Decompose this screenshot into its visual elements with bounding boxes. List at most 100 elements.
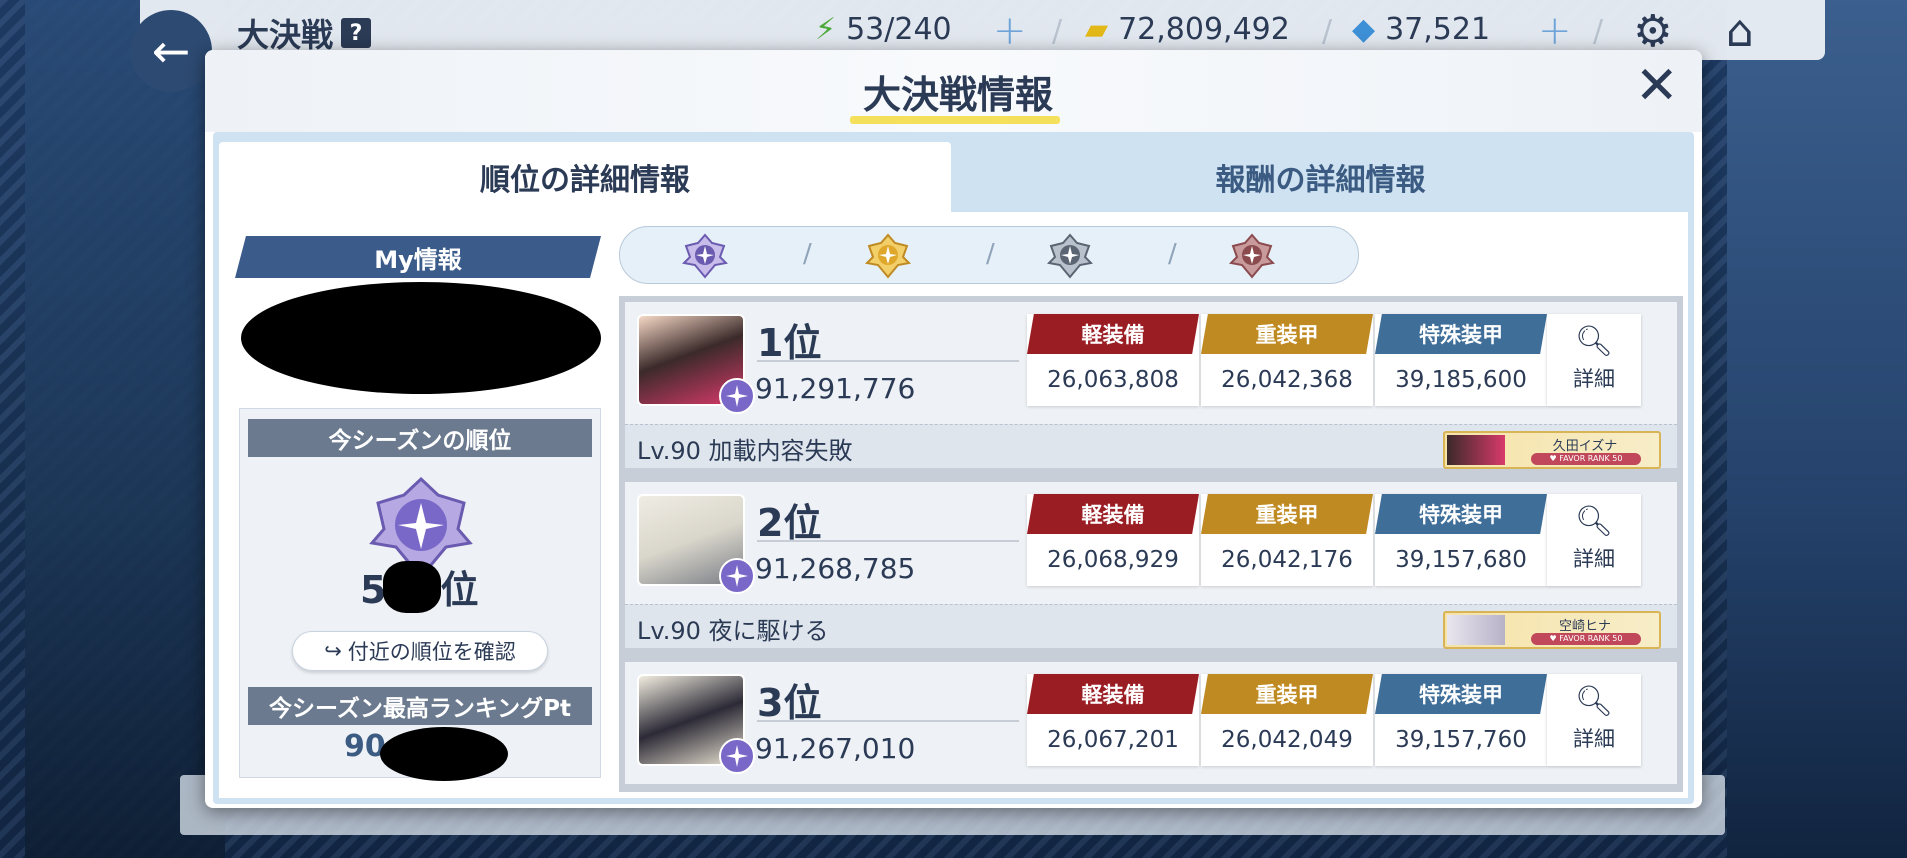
platinum-emblem-icon — [719, 558, 755, 594]
heavy-armor-score: 重装甲 26,042,176 — [1201, 494, 1373, 586]
rank-number: 3位 — [757, 681, 822, 725]
tier-filter-bar: / / / — [619, 226, 1359, 284]
total-score: 91,268,785 — [755, 552, 916, 585]
rank-number: 1位 — [757, 321, 822, 365]
light-armor-label: 軽装備 — [1027, 494, 1199, 534]
favor-rank-badge: ♥ FAVOR RANK 50 — [1531, 633, 1641, 645]
light-armor-label: 軽装備 — [1027, 314, 1199, 354]
magnifier-icon: 🔍︎ — [1574, 504, 1614, 539]
credit-card-icon: ▰ — [1085, 12, 1109, 47]
favorite-student-thumbnail — [1447, 615, 1505, 645]
entry-team-row: Lv.90 加載内容失敗 久田イズナ ♥ FAVOR RANK 50 — [625, 424, 1677, 469]
special-armor-score: 特殊装甲 39,185,600 — [1375, 314, 1547, 406]
redacted-player-name — [241, 282, 601, 394]
season-rank-header: 今シーズンの順位 — [248, 419, 592, 457]
divider — [757, 540, 1019, 542]
special-armor-score: 特殊装甲 39,157,680 — [1375, 494, 1547, 586]
favorite-student-card: 空崎ヒナ ♥ FAVOR RANK 50 — [1443, 611, 1661, 649]
platinum-emblem-icon — [719, 378, 755, 414]
bronze-emblem-icon[interactable] — [1229, 233, 1275, 279]
special-armor-value: 39,185,600 — [1395, 367, 1527, 393]
detail-button[interactable]: 🔍︎ 詳細 — [1547, 314, 1641, 406]
heavy-armor-label: 重装甲 — [1201, 674, 1373, 714]
detail-button[interactable]: 🔍︎ 詳細 — [1547, 674, 1641, 766]
ap-counter: ⚡ 53/240 — [815, 12, 952, 47]
light-armor-value: 26,067,201 — [1047, 727, 1179, 753]
detail-label: 詳細 — [1573, 547, 1615, 571]
home-icon[interactable]: ⌂ — [1726, 6, 1754, 57]
favorite-student-name: 久田イズナ — [1552, 439, 1618, 454]
gem-icon: ◆ — [1352, 12, 1376, 47]
team-info: Lv.90 加載内容失敗 — [637, 437, 853, 465]
special-armor-label: 特殊装甲 — [1375, 314, 1547, 354]
divider: / — [1322, 14, 1333, 49]
credits-value: 72,809,492 — [1118, 12, 1290, 47]
magnifier-icon: 🔍︎ — [1574, 684, 1614, 719]
modal-title: 大決戦情報 — [862, 73, 1053, 117]
filter-divider: / — [986, 239, 995, 269]
light-armor-score: 軽装備 26,063,808 — [1027, 314, 1199, 406]
heavy-armor-score: 重装甲 26,042,049 — [1201, 674, 1373, 766]
help-button[interactable]: ? — [341, 18, 372, 48]
tab-container: 順位の詳細情報 報酬の詳細情報 My情報 今シーズンの順位 5位 ↪ 付近の順位… — [213, 132, 1694, 804]
heavy-armor-label: 重装甲 — [1201, 494, 1373, 534]
filter-divider: / — [803, 239, 812, 269]
gems-value: 37,521 — [1385, 12, 1491, 47]
filter-divider: / — [1168, 239, 1177, 269]
rank-number: 2位 — [757, 501, 822, 545]
platinum-emblem-icon[interactable] — [682, 233, 728, 279]
add-gems-button[interactable]: + — [1538, 8, 1572, 54]
gems-counter: ◆ 37,521 — [1352, 12, 1490, 47]
favorite-student-name: 空崎ヒナ — [1558, 619, 1611, 634]
ranking-list[interactable]: 1位 91,291,776 軽装備 26,063,808 重装甲 26,042,… — [619, 296, 1683, 792]
close-icon[interactable]: ✕ — [1635, 60, 1679, 112]
season-rank-box: 今シーズンの順位 5位 ↪ 付近の順位を確認 今シーズン最高ランキングPt 90 — [239, 408, 601, 781]
arrow-left-icon: ← — [151, 24, 191, 78]
heavy-armor-score: 重装甲 26,042,368 — [1201, 314, 1373, 406]
heavy-armor-value: 26,042,368 — [1221, 367, 1353, 393]
special-armor-score: 特殊装甲 39,157,760 — [1375, 674, 1547, 766]
divider — [757, 360, 1019, 362]
favorite-student-thumbnail — [1447, 435, 1505, 465]
nearby-button-label: 付近の順位を確認 — [347, 640, 516, 664]
entry-team-row: Lv.90 夜に駆ける 空崎ヒナ ♥ FAVOR RANK 50 — [625, 604, 1677, 649]
heavy-armor-value: 26,042,049 — [1221, 727, 1353, 753]
detail-label: 詳細 — [1573, 727, 1615, 751]
light-armor-score: 軽装備 26,067,201 — [1027, 674, 1199, 766]
heavy-armor-label: 重装甲 — [1201, 314, 1373, 354]
ranking-entry: 1位 91,291,776 軽装備 26,063,808 重装甲 26,042,… — [625, 302, 1677, 476]
tab-reward-details[interactable]: 報酬の詳細情報 — [953, 142, 1688, 212]
entry-summary: 3位 91,267,010 軽装備 26,067,201 重装甲 26,042,… — [625, 662, 1677, 784]
magnifier-icon: 🔍︎ — [1574, 324, 1614, 359]
divider — [757, 720, 1019, 722]
platinum-emblem-icon — [719, 738, 755, 774]
lightning-icon: ⚡ — [815, 12, 837, 47]
detail-button[interactable]: 🔍︎ 詳細 — [1547, 494, 1641, 586]
redacted-best-points — [380, 727, 508, 781]
credits-counter: ▰ 72,809,492 — [1085, 12, 1290, 47]
team-info: Lv.90 夜に駆ける — [637, 617, 829, 645]
light-armor-score: 軽装備 26,068,929 — [1027, 494, 1199, 586]
background-left-panel — [25, 0, 225, 858]
light-armor-label: 軽装備 — [1027, 674, 1199, 714]
gold-emblem-icon[interactable] — [865, 233, 911, 279]
background-right-panel — [1727, 0, 1907, 858]
my-info-header: My情報 — [235, 236, 601, 278]
check-nearby-ranks-button[interactable]: ↪ 付近の順位を確認 — [292, 631, 548, 671]
special-armor-label: 特殊装甲 — [1375, 674, 1547, 714]
special-armor-label: 特殊装甲 — [1375, 494, 1547, 534]
special-armor-value: 39,157,760 — [1395, 727, 1527, 753]
ranking-panel: My情報 今シーズンの順位 5位 ↪ 付近の順位を確認 今シーズン最高ランキング… — [219, 212, 1688, 798]
add-ap-button[interactable]: + — [993, 8, 1027, 54]
best-points-value: 90 — [344, 729, 386, 764]
special-armor-value: 39,157,680 — [1395, 547, 1527, 573]
ap-value: 53/240 — [846, 12, 952, 47]
rank-suffix: 位 — [440, 568, 479, 612]
light-armor-value: 26,068,929 — [1047, 547, 1179, 573]
tab-ranking-details[interactable]: 順位の詳細情報 — [219, 142, 951, 212]
light-armor-value: 26,063,808 — [1047, 367, 1179, 393]
silver-emblem-icon[interactable] — [1047, 233, 1093, 279]
detail-label: 詳細 — [1573, 367, 1615, 391]
back-button[interactable]: ← — [130, 10, 212, 92]
heavy-armor-value: 26,042,176 — [1221, 547, 1353, 573]
